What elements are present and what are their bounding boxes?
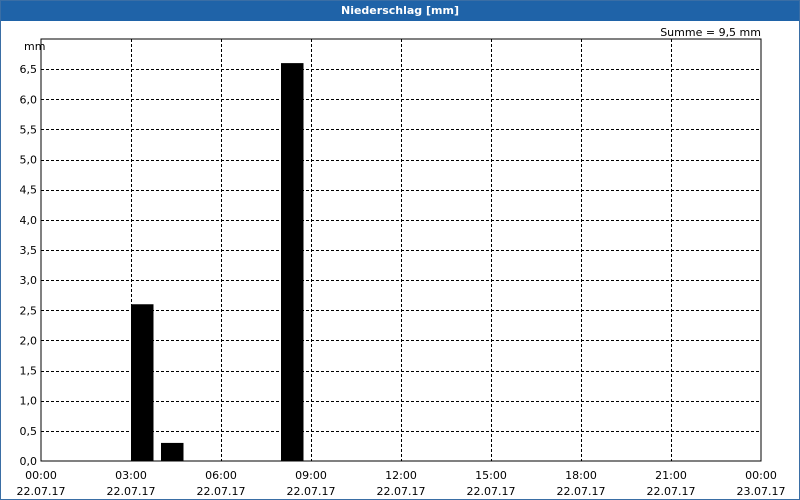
- y-tick-label: 0,0: [20, 455, 38, 468]
- precipitation-bar: [281, 63, 304, 461]
- x-tick-date: 23.07.17: [737, 485, 786, 498]
- precipitation-bar: [161, 442, 184, 461]
- x-tick-time: 15:00: [475, 469, 507, 482]
- x-tick-labels: 00:00 22.07.17 03:00 22.07.17 06:00 22.07.17 0…: [17, 469, 786, 498]
- x-tick-date: 22.07.17: [287, 485, 336, 498]
- x-tick-time: 03:00: [115, 469, 147, 482]
- x-tick-date: 22.07.17: [17, 485, 66, 498]
- y-tick-label: 2,0: [20, 334, 38, 347]
- x-tick-date: 22.07.17: [467, 485, 516, 498]
- y-tick-label: 4,0: [20, 214, 38, 227]
- y-tick-label: 6,0: [20, 93, 38, 106]
- x-tick-date: 22.07.17: [197, 485, 246, 498]
- precipitation-bar: [131, 304, 154, 461]
- x-tick-time: 21:00: [655, 469, 687, 482]
- y-tick-label: 4,5: [20, 184, 38, 197]
- x-tick-date: 22.07.17: [557, 485, 606, 498]
- x-tick-date: 22.07.17: [107, 485, 156, 498]
- y-tick-label: 3,5: [20, 244, 38, 257]
- y-tick-label: 3,0: [20, 274, 38, 287]
- x-tick-time: 18:00: [565, 469, 597, 482]
- y-tick-label: 2,5: [20, 304, 38, 317]
- x-tick-time: 09:00: [295, 469, 327, 482]
- precipitation-chart: mm Summe = 9,5 mm 0,0 0,5 1,0 1,5 2,0 2,5 3,0 3…: [17, 26, 786, 498]
- y-tick-label: 1,0: [20, 395, 38, 408]
- y-tick-label: 0,5: [20, 425, 38, 438]
- sum-annotation: Summe = 9,5 mm: [660, 26, 761, 39]
- y-tick-label: 1,5: [20, 365, 38, 378]
- x-tick-time: 06:00: [205, 469, 237, 482]
- y-axis-unit: mm: [24, 40, 45, 53]
- x-tick-time: 12:00: [385, 469, 417, 482]
- x-tick-date: 22.07.17: [647, 485, 696, 498]
- x-tick-time: 00:00: [25, 469, 57, 482]
- x-tick-date: 22.07.17: [377, 485, 426, 498]
- x-tick-time: 00:00: [745, 469, 777, 482]
- y-tick-label: 5,5: [20, 123, 38, 136]
- y-tick-labels: 0,0 0,5 1,0 1,5 2,0 2,5 3,0 3,5 4,0 4,5 5,0 5,5 6,0 6…: [20, 63, 38, 468]
- y-tick-label: 5,0: [20, 154, 38, 167]
- y-tick-label: 6,5: [20, 63, 38, 76]
